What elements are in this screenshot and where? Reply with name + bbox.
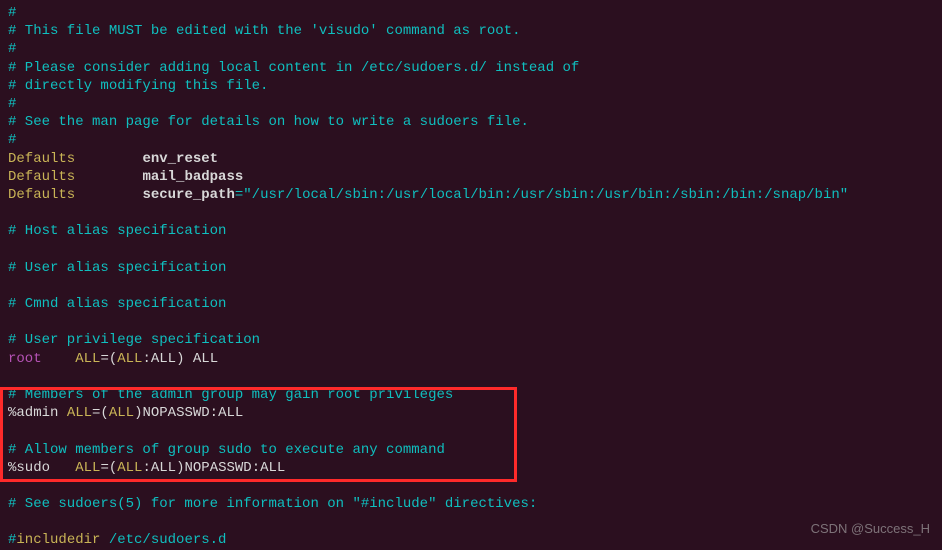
section-comment: # User alias specification [8,259,934,277]
watermark: CSDN @Success_H [811,521,930,538]
blank-line [8,313,934,331]
admin-group-line: %admin ALL=(ALL)NOPASSWD:ALL [8,404,934,422]
section-comment: # Host alias specification [8,222,934,240]
section-comment: # User privilege specification [8,331,934,349]
defaults-line: Defaults env_reset [8,150,934,168]
blank-line [8,240,934,258]
blank-line [8,204,934,222]
comment-line: # [8,4,934,22]
terminal-editor[interactable]: # # This file MUST be edited with the 'v… [8,4,934,550]
blank-line [8,513,934,531]
comment-line: # Please consider adding local content i… [8,59,934,77]
comment-line: # [8,40,934,58]
defaults-line: Defaults secure_path="/usr/local/sbin:/u… [8,186,934,204]
blank-line [8,477,934,495]
section-comment: # Members of the admin group may gain ro… [8,386,934,404]
blank-line [8,277,934,295]
blank-line [8,422,934,440]
sudo-group-line: %sudo ALL=(ALL:ALL)NOPASSWD:ALL [8,459,934,477]
comment-line: # [8,95,934,113]
includedir-line: #includedir /etc/sudoers.d [8,531,934,549]
section-comment: # See sudoers(5) for more information on… [8,495,934,513]
comment-line: # directly modifying this file. [8,77,934,95]
blank-line [8,368,934,386]
defaults-line: Defaults mail_badpass [8,168,934,186]
section-comment: # Cmnd alias specification [8,295,934,313]
comment-line: # See the man page for details on how to… [8,113,934,131]
comment-line: # [8,131,934,149]
section-comment: # Allow members of group sudo to execute… [8,441,934,459]
root-priv-line: root ALL=(ALL:ALL) ALL [8,350,934,368]
comment-line: # This file MUST be edited with the 'vis… [8,22,934,40]
